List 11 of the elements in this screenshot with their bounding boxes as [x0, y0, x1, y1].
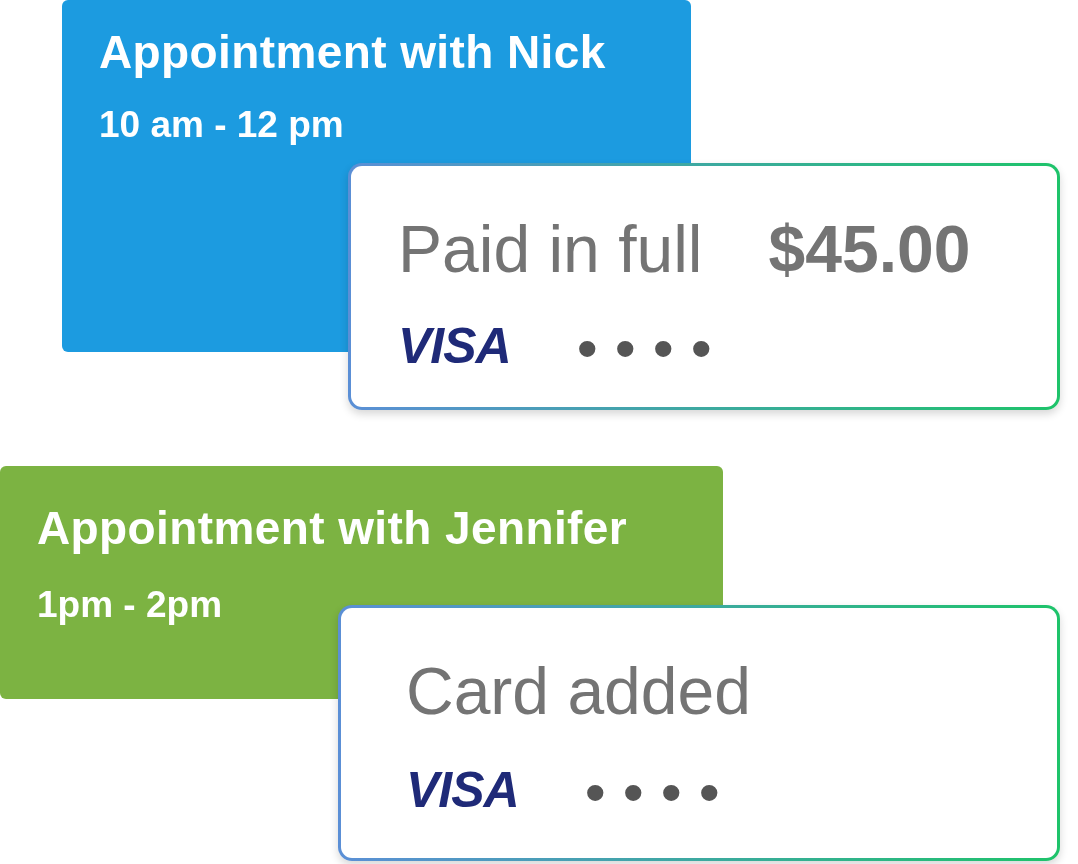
appointment-title: Appointment with Jennifer — [37, 501, 628, 556]
card-brand-logo: VISA — [398, 326, 511, 366]
card-brand-logo: VISA — [406, 770, 519, 810]
appointment-time: 10 am - 12 pm — [99, 103, 344, 147]
card-number-mask: •••• — [576, 323, 729, 369]
appointment-title: Appointment with Nick — [99, 25, 606, 80]
appointment-time: 1pm - 2pm — [37, 583, 223, 627]
card-number-mask: •••• — [584, 767, 737, 813]
payment-amount: $45.00 — [768, 211, 971, 288]
payment-status: Card added — [406, 653, 751, 730]
payment-status: Paid in full — [398, 211, 703, 288]
